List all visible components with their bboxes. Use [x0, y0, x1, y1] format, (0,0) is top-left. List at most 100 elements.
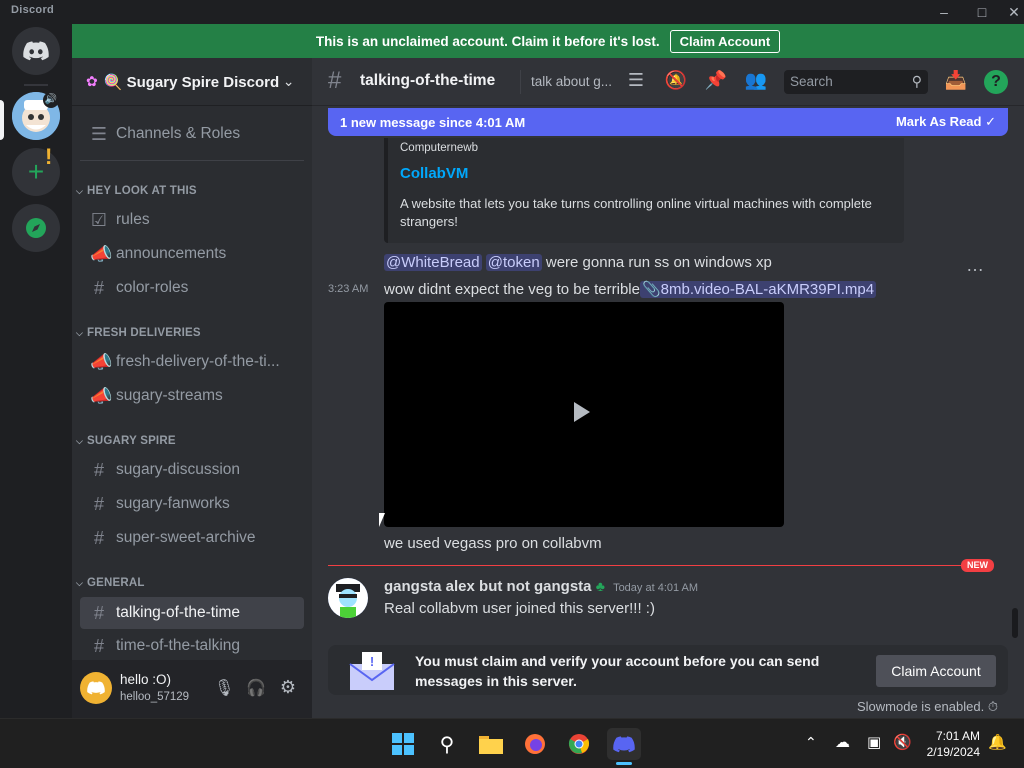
cloud-icon[interactable]: ☁: [835, 733, 850, 751]
search-icon: ⚲: [911, 73, 922, 89]
banner-text: This is an unclaimed account. Claim it b…: [315, 33, 660, 49]
play-icon[interactable]: [574, 402, 590, 422]
category-sugary-spire[interactable]: ⌵ SUGARY SPIRE: [76, 435, 176, 447]
banner-claim-account-button[interactable]: Claim Account: [669, 29, 781, 53]
mute-bell-icon[interactable]: 🔕: [664, 70, 688, 94]
chevron-down-icon: ⌵: [76, 327, 84, 338]
new-tag: NEW: [961, 559, 994, 572]
slowmode-text: Slowmode is enabled.: [857, 699, 985, 714]
message-text: wow didnt expect the veg to be terrible: [384, 281, 640, 298]
minimize-button[interactable]: –: [928, 0, 960, 24]
hash-icon: #: [93, 277, 104, 298]
category-general[interactable]: ⌵ GENERAL: [76, 577, 145, 589]
microphone-icon[interactable]: 🎙: [214, 678, 234, 698]
category-fresh-deliveries[interactable]: ⌵ FRESH DELIVERIES: [76, 327, 201, 339]
network-icon[interactable]: ▣: [867, 733, 881, 751]
chevron-down-icon: ⌵: [76, 577, 84, 588]
headphones-icon[interactable]: 🎧: [246, 678, 266, 698]
channel-sugary-fanworks[interactable]: # sugary-fanworks: [80, 489, 304, 519]
mention-token[interactable]: @token: [485, 254, 542, 271]
help-icon[interactable]: ?: [984, 70, 1008, 94]
compass-icon: [26, 218, 46, 238]
discord-logo-icon: [23, 41, 49, 61]
inbox-icon[interactable]: 📥: [944, 70, 968, 94]
members-icon[interactable]: 👥: [744, 70, 768, 94]
server-header[interactable]: ✿ 🍭 Sugary Spire Discord ⌄: [72, 58, 312, 106]
user-username: helloo_57129: [120, 691, 190, 703]
user-display-name[interactable]: hello :O): [120, 672, 171, 687]
chevron-down-icon: ⌵: [76, 185, 84, 196]
search-icon[interactable]: ⚲: [433, 730, 461, 758]
file-explorer-icon[interactable]: [477, 730, 505, 758]
channel-label: time-of-the-talking: [116, 637, 241, 654]
add-server-button[interactable]: +: [12, 148, 60, 196]
notification-bell-icon[interactable]: 🔔: [988, 733, 1007, 751]
rules-icon: ☑: [90, 209, 108, 230]
chevron-down-icon: ⌄: [282, 73, 295, 89]
channel-fresh-delivery[interactable]: 📣 fresh-delivery-of-the-ti...: [80, 347, 304, 377]
channel-announcements[interactable]: 📣 announcements: [80, 239, 304, 269]
claim-account-button[interactable]: Claim Account: [876, 655, 996, 687]
hash-icon: #: [93, 527, 104, 548]
attachment-link[interactable]: 📎8mb.video-BAL-aKMR39PI.mp4: [639, 281, 877, 298]
chat-scrollbar[interactable]: [1012, 608, 1018, 638]
message-author: gangsta alex but not gangsta ♣ Today at …: [384, 578, 698, 595]
channel-label: announcements: [116, 245, 227, 262]
category-label: SUGARY SPIRE: [87, 435, 176, 447]
chrome-icon[interactable]: [565, 730, 593, 758]
hash-icon: #: [93, 635, 104, 656]
message-timestamp: Today at 4:01 AM: [613, 582, 699, 594]
new-message-divider: [328, 565, 990, 566]
avatar[interactable]: [80, 672, 112, 704]
close-button[interactable]: ✕: [998, 0, 1024, 24]
discord-home-button[interactable]: [12, 27, 60, 75]
more-options-icon[interactable]: …: [966, 255, 985, 276]
mouse-cursor-icon: [379, 513, 391, 527]
megaphone-icon: 📣: [90, 351, 113, 372]
explore-servers-button[interactable]: [12, 204, 60, 252]
search-input[interactable]: Search ⚲: [784, 70, 928, 94]
channels-roles-icon: ☰: [90, 123, 108, 144]
start-button[interactable]: [389, 730, 417, 758]
channel-label: fresh-delivery-of-the-ti...: [116, 353, 280, 370]
firefox-icon[interactable]: [521, 730, 549, 758]
sidebar-divider: [80, 160, 304, 161]
maximize-button[interactable]: □: [966, 0, 998, 24]
chevron-down-icon: ⌵: [76, 435, 84, 446]
sidebar-item-channels-roles[interactable]: ☰ Channels & Roles: [80, 119, 304, 149]
author-name[interactable]: gangsta alex but not gangsta: [384, 578, 592, 595]
mention-whitebread[interactable]: @WhiteBread: [384, 254, 482, 271]
category-hey-look-at-this[interactable]: ⌵ HEY LOOK AT THIS: [76, 185, 197, 197]
chevron-up-icon[interactable]: ⌃: [805, 734, 817, 751]
stopwatch-icon: ⏱: [987, 699, 998, 714]
taskbar-clock[interactable]: 7:01 AM 2/19/2024: [922, 728, 980, 760]
hash-icon: #: [93, 459, 104, 480]
channel-color-roles[interactable]: # color-roles: [80, 273, 304, 303]
channel-rules[interactable]: ☑ rules: [80, 205, 304, 235]
header-divider: [520, 70, 521, 94]
gear-icon[interactable]: ⚙: [278, 677, 298, 697]
envelope-icon: !: [349, 652, 395, 690]
mark-as-read-label: Mark As Read: [895, 114, 982, 129]
avatar[interactable]: [328, 578, 368, 618]
video-player[interactable]: [384, 302, 784, 527]
channel-label: sugary-discussion: [116, 461, 241, 478]
discord-taskbar-icon[interactable]: [607, 728, 641, 760]
channel-super-sweet-archive[interactable]: # super-sweet-archive: [80, 523, 304, 553]
plus-icon: +: [27, 156, 45, 187]
badge-icon: ♣: [595, 578, 605, 594]
threads-icon[interactable]: ☰: [624, 70, 648, 94]
mark-as-read-button[interactable]: Mark As Read ✓: [896, 114, 996, 130]
clock-time: 7:01 AM: [935, 729, 980, 743]
megaphone-icon: 📣: [90, 385, 113, 406]
hash-icon: #: [93, 493, 104, 514]
embed-title-link[interactable]: CollabVM: [400, 165, 468, 182]
volume-mute-icon[interactable]: 🔇: [893, 733, 912, 751]
pin-icon[interactable]: 📌: [704, 70, 728, 94]
new-messages-bar[interactable]: 1 new message since 4:01 AM Mark As Read…: [328, 108, 1008, 136]
channel-topic[interactable]: talk about g...: [531, 74, 612, 89]
channel-talking-of-the-time[interactable]: # talking-of-the-time: [80, 597, 304, 629]
channel-sugary-discussion[interactable]: # sugary-discussion: [80, 455, 304, 485]
channel-time-of-the-talking[interactable]: # time-of-the-talking: [80, 631, 304, 660]
channel-sugary-streams[interactable]: 📣 sugary-streams: [80, 381, 304, 411]
